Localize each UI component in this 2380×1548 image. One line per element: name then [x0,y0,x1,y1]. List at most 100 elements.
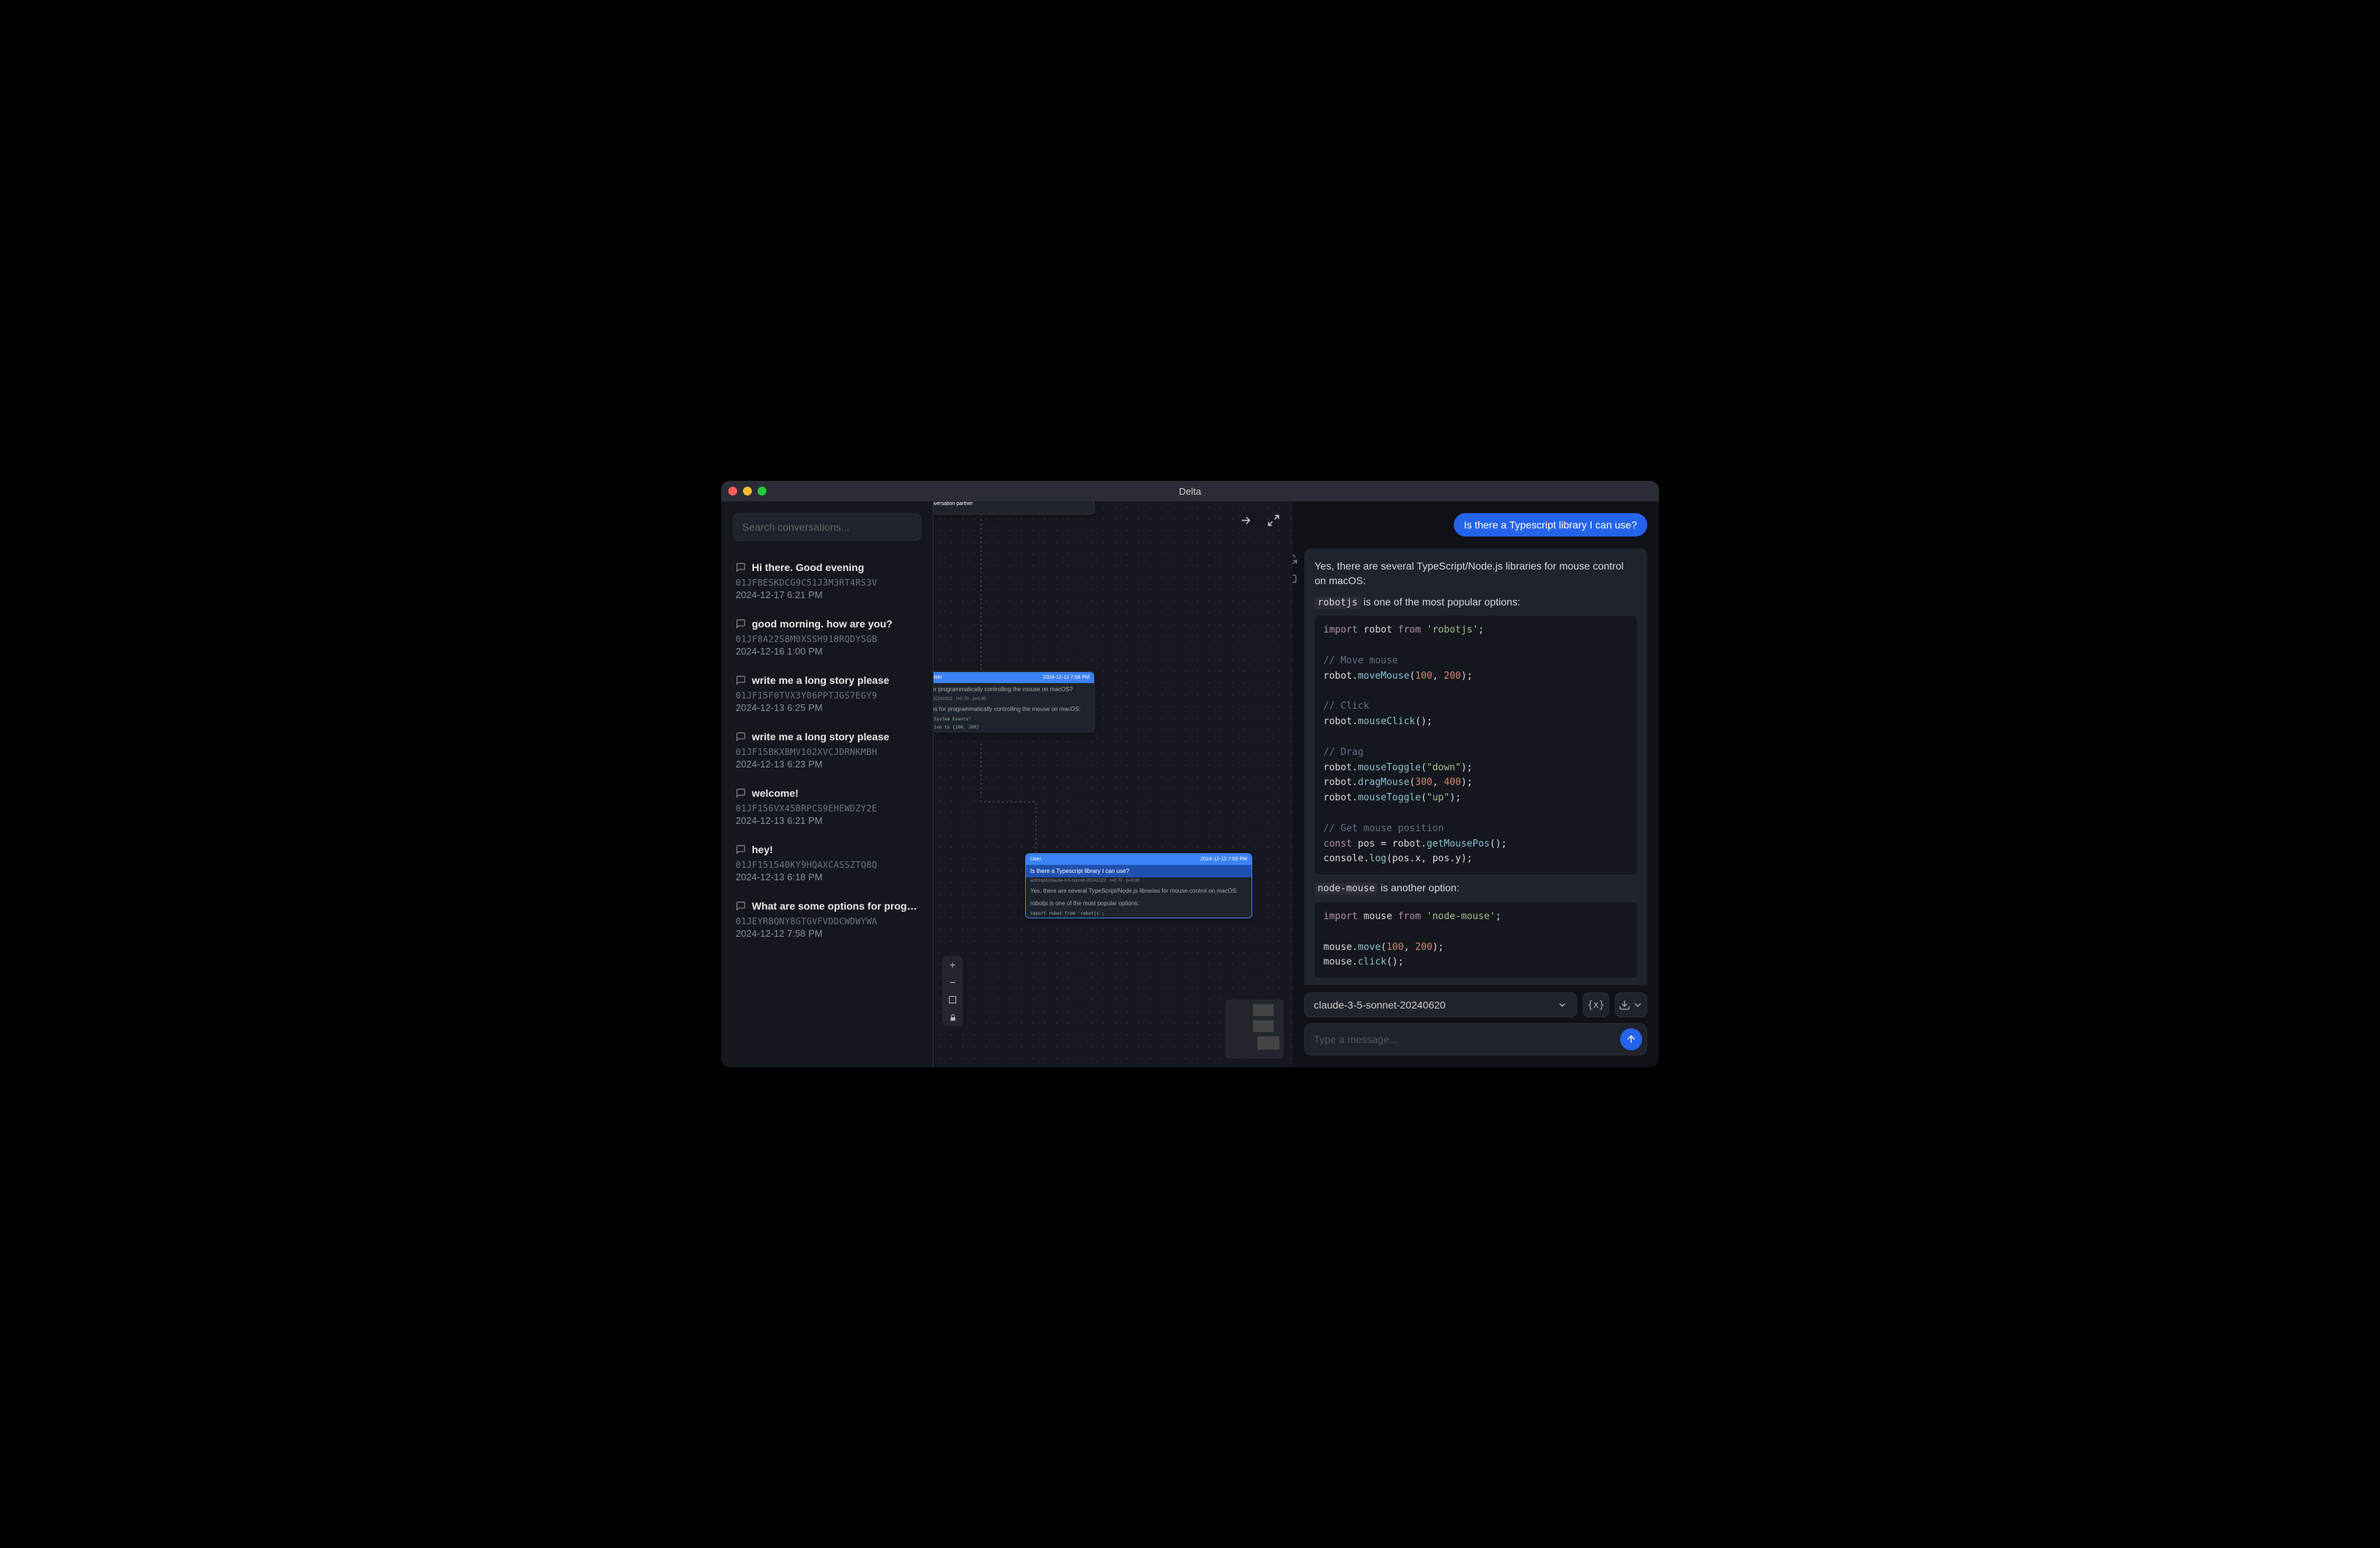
conversation-item[interactable]: write me a long story please 01JF15F0TVX… [724,666,930,722]
conversation-title: hey! [752,844,773,855]
assistant-text: node-mouse is another option: [1315,880,1637,896]
assistant-text: active-win-pos can be used for screen/wi… [1315,984,1637,985]
download-button[interactable] [1615,992,1647,1017]
node-code-line: "System Events" [934,715,1094,723]
conversation-list[interactable]: Hi there. Good evening 01JFBESKDCG9C51J3… [721,553,933,1067]
conversation-title: welcome! [752,787,799,799]
inline-code: node-mouse [1315,882,1378,895]
canvas-node[interactable]: nversation partner [934,501,1095,515]
conversation-title: write me a long story please [752,674,890,686]
conversation-item[interactable]: Hi there. Good evening 01JFBESKDCG9C51J3… [724,553,930,609]
assistant-message: Yes, there are several TypeScript/Node.j… [1304,548,1647,985]
node-reply: Yes, there are several TypeScript/Node.j… [1026,885,1252,897]
message-icon [736,901,746,911]
app-window: Delta Hi there. Good evening 01JFBESKDCG… [721,481,1659,1067]
message-icon [736,731,746,742]
node-meta: anthropic/claude-3-5-sonnet-20241022 · t… [1026,877,1252,885]
conversation-date: 2024-12-12 7:58 PM [736,928,918,939]
conversation-item[interactable]: write me a long story please 01JF15BKXBM… [724,722,930,778]
conversation-id: 01JF151540KY9HQAXCASSZTQ8Q [736,860,918,870]
model-select[interactable]: claude-3-5-sonnet-20240620 [1304,992,1577,1017]
maximize-window-button[interactable] [758,487,766,495]
node-code-line: tion to {100, 200} [934,723,1094,731]
node-role: User [934,675,942,680]
titlebar: Delta [721,481,1659,501]
canvas-node-selected[interactable]: User 2024-12-12 7:59 PM Is there a Types… [1025,853,1252,918]
conversation-item[interactable]: What are some options for progra… 01JEYR… [724,891,930,948]
message-icon [736,788,746,798]
copy-icon[interactable] [1293,570,1297,583]
conversation-date: 2024-12-17 6:21 PM [736,589,918,600]
edge-paths [934,501,1293,1067]
conversation-item[interactable]: hey! 01JF151540KY9HQAXCASSZTQ8Q 2024-12-… [724,835,930,891]
node-timestamp: 2024-12-12 7:58 PM [1043,675,1090,680]
canvas-toolbar [1235,510,1284,531]
code-block: import robot from 'robotjs'; // Move mou… [1315,616,1637,874]
zoom-controls: + − [942,956,963,1026]
conversation-title: What are some options for progra… [752,900,918,912]
conversation-date: 2024-12-13 6:21 PM [736,815,918,826]
node-fragment: nversation partner [934,501,972,506]
model-row: claude-3-5-sonnet-20240620 {x} [1304,992,1647,1017]
send-button[interactable] [1620,1028,1642,1050]
search-input[interactable] [733,513,921,541]
canvas-node[interactable]: User 2024-12-12 7:58 PM or programmatica… [934,671,1095,732]
fit-view-button[interactable] [942,991,963,1009]
node-reply: ns for programmatically controlling the … [934,703,1094,715]
chat-scroll[interactable]: Is there a Typescript library I can use? [1293,501,1659,985]
conversation-id: 01JF156VX45BRPCS9EHEWDZY2E [736,803,918,814]
chevron-down-icon [1632,999,1644,1011]
user-message: Is there a Typescript library I can use? [1454,513,1647,537]
lock-button[interactable] [942,1009,963,1026]
chat-footer: claude-3-5-sonnet-20240620 {x} [1293,985,1659,1067]
conversation-date: 2024-12-13 6:23 PM [736,759,918,770]
conversation-item[interactable]: good morning. how are you? 01JF8A22S8M0X… [724,609,930,666]
message-row-user: Is there a Typescript library I can use? [1304,513,1647,537]
conversation-title: write me a long story please [752,731,890,742]
message-icon [736,675,746,685]
node-code-line: import robot from 'robotjs'; [1026,910,1252,918]
node-timestamp: 2024-12-12 7:59 PM [1200,857,1247,862]
expand-icon[interactable] [1263,510,1284,531]
arrow-right-icon[interactable] [1235,510,1256,531]
conversation-title: Hi there. Good evening [752,561,864,573]
regenerate-icon[interactable] [1293,553,1297,566]
close-window-button[interactable] [728,487,737,495]
chevron-down-icon [1557,1000,1567,1010]
search-container [721,501,933,553]
download-icon [1619,999,1630,1011]
minimize-window-button[interactable] [743,487,752,495]
assistant-text: robotjs is one of the most popular optio… [1315,594,1637,611]
graph-canvas[interactable]: nversation partner User 2024-12-12 7:58 … [934,501,1293,1067]
conversation-date: 2024-12-13 6:18 PM [736,871,918,882]
message-input[interactable] [1314,1033,1620,1045]
conversation-id: 01JF15BKXBMV102XVCJDRNKMBH [736,747,918,757]
node-user-text: or programmatically controlling the mous… [934,683,1094,696]
conversation-id: 01JF8A22S8M0XSSH918RQDY5GB [736,634,918,644]
message-input-row [1304,1023,1647,1055]
node-reply: robotjs is one of the most popular optio… [1026,897,1252,910]
conversation-id: 01JFBESKDCG9C51J3M3RT4RS3V [736,578,918,588]
minimap[interactable] [1225,1000,1284,1058]
traffic-lights [728,487,766,495]
inline-code: robotjs [1315,597,1361,609]
conversation-id: 01JF15F0TVX3Y06PPTJGS7EGY9 [736,690,918,701]
zoom-in-button[interactable]: + [942,956,963,973]
window-title: Delta [1179,486,1201,497]
node-role: User [1030,857,1041,862]
app-body: Hi there. Good evening 01JFBESKDCG9C51J3… [721,501,1659,1067]
message-icon [736,619,746,629]
variables-button[interactable]: {x} [1583,992,1609,1017]
model-label: claude-3-5-sonnet-20240620 [1314,999,1446,1011]
conversation-date: 2024-12-13 6:25 PM [736,702,918,713]
conversation-id: 01JEYRBQNY8GTGVFVDDCWDWYWA [736,916,918,926]
message-icon [736,562,746,572]
node-meta: -20241022 · t=0.70 · p=0.80 [934,696,1094,703]
message-row-assistant: Yes, there are several TypeScript/Node.j… [1304,548,1647,985]
chat-panel: Is there a Typescript library I can use? [1293,501,1659,1067]
message-icon [736,844,746,855]
node-user-text: Is there a Typescript library I can use? [1026,865,1252,877]
sidebar: Hi there. Good evening 01JFBESKDCG9C51J3… [721,501,934,1067]
zoom-out-button[interactable]: − [942,973,963,991]
conversation-item[interactable]: welcome! 01JF156VX45BRPCS9EHEWDZY2E 2024… [724,778,930,835]
